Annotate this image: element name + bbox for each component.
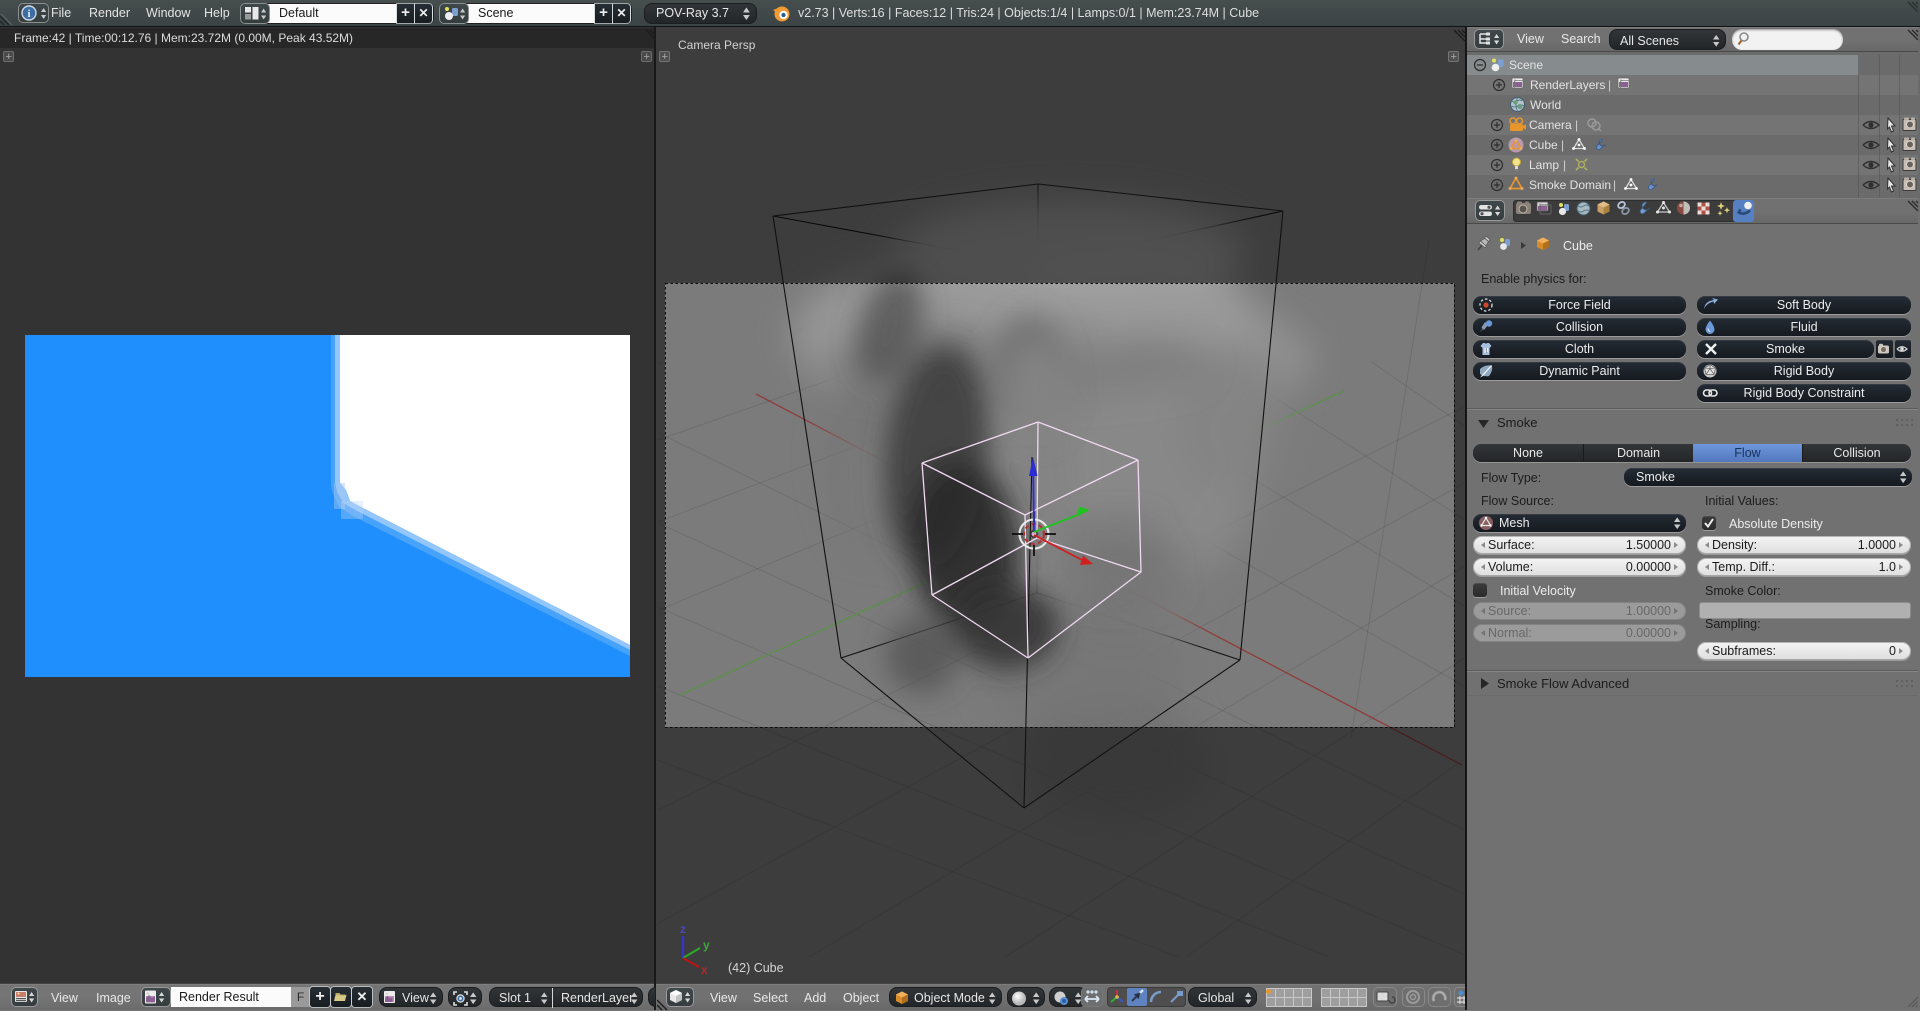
svg-text:1: 1: [1485, 349, 1488, 355]
svg-text:i: i: [27, 8, 30, 20]
svg-text:x: x: [701, 963, 708, 977]
svg-text:y: y: [703, 938, 710, 952]
svg-text:z: z: [680, 922, 686, 936]
